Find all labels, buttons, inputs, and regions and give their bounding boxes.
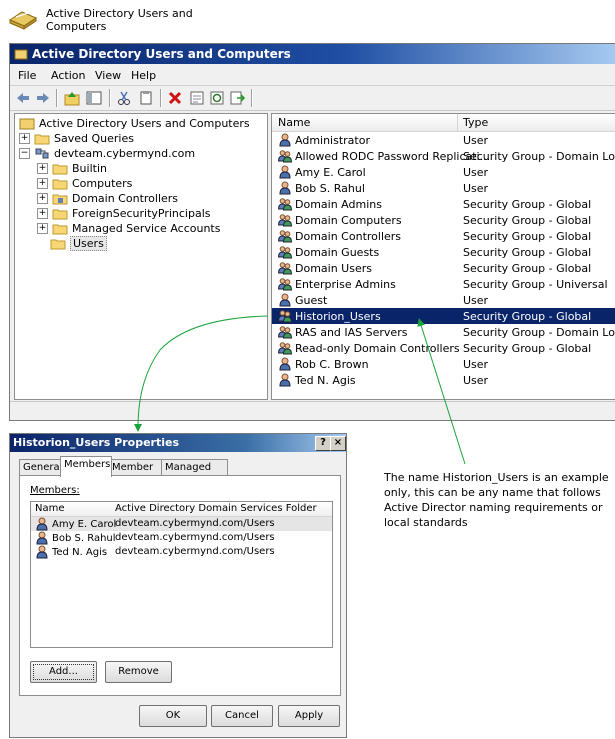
member-folder: devteam.cybermynd.com/Users: [115, 546, 275, 557]
member-row[interactable]: Bob S. Rahul devteam.cybermynd.com/Users: [31, 531, 332, 545]
help-button[interactable]: ?: [315, 436, 331, 451]
members-header: Name Active Directory Domain Services Fo…: [31, 502, 332, 517]
member-name-text: Amy E. Carol: [52, 518, 117, 530]
properties-title: Historion_Users Properties: [13, 436, 180, 449]
user-icon: [36, 531, 48, 545]
close-button[interactable]: ×: [330, 436, 346, 451]
member-name-text: Ted N. Agis: [52, 546, 108, 558]
member-row[interactable]: Amy E. Carol devteam.cybermynd.com/Users: [31, 517, 332, 531]
remove-button[interactable]: Remove: [105, 661, 172, 683]
properties-titlebar[interactable]: Historion_Users Properties ? ×: [10, 434, 346, 452]
member-name-text: Bob S. Rahul: [52, 532, 116, 544]
member-name: Bob S. Rahul: [35, 531, 116, 545]
members-list: Name Active Directory Domain Services Fo…: [30, 501, 333, 648]
ok-button[interactable]: OK: [139, 705, 207, 727]
properties-dialog: Historion_Users Properties ? × General M…: [9, 433, 347, 738]
members-panel: Members: Name Active Directory Domain Se…: [19, 475, 341, 696]
member-folder: devteam.cybermynd.com/Users: [115, 518, 275, 529]
tab-general[interactable]: General: [19, 459, 62, 476]
tab-members[interactable]: Members: [60, 456, 112, 477]
member-name: Amy E. Carol: [35, 517, 116, 531]
user-icon: [36, 517, 48, 531]
member-folder: devteam.cybermynd.com/Users: [115, 532, 275, 543]
arrow-to-selected-group: [417, 318, 466, 465]
member-row[interactable]: Ted N. Agis devteam.cybermynd.com/Users: [31, 545, 332, 559]
tab-managed-by[interactable]: Managed By: [161, 459, 228, 489]
members-label: Members:: [30, 485, 80, 496]
apply-button[interactable]: Apply: [278, 705, 340, 727]
cancel-button[interactable]: Cancel: [211, 705, 273, 727]
tab-member-of[interactable]: Member Of: [108, 459, 165, 489]
members-column-folder[interactable]: Active Directory Domain Services Folder: [115, 503, 317, 514]
user-icon: [36, 545, 48, 559]
member-name: Ted N. Agis: [35, 545, 107, 559]
members-column-name[interactable]: Name: [35, 503, 65, 514]
add-button[interactable]: Add...: [30, 661, 97, 683]
annotation-note: The name Historion_Users is an example o…: [384, 471, 609, 529]
arrow-to-properties: [134, 315, 269, 432]
